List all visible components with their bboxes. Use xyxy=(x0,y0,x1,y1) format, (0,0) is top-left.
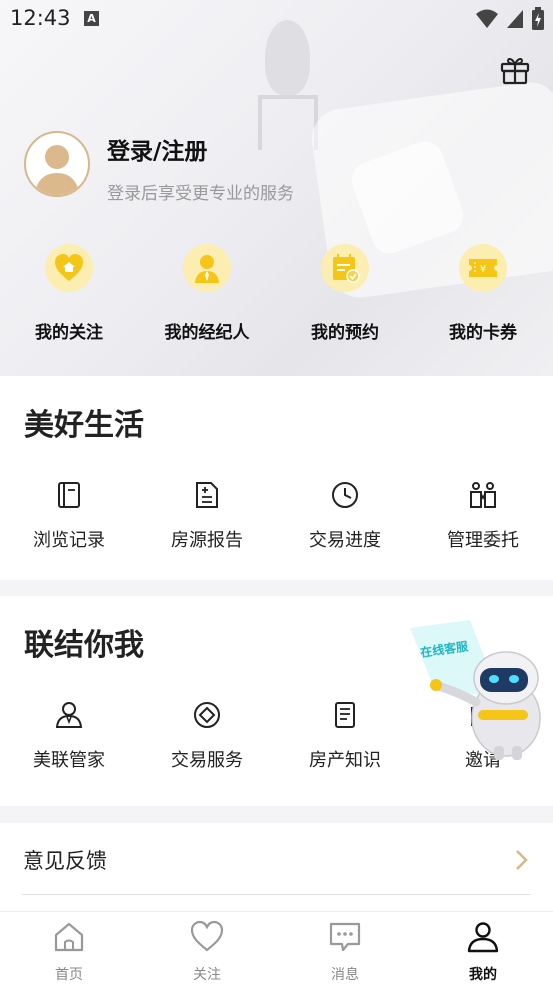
background-stand xyxy=(258,95,318,150)
heart-house-icon xyxy=(45,244,93,292)
notification-icon: A xyxy=(84,11,99,26)
login-subtitle: 登录后享受更专业的服务 xyxy=(107,184,294,204)
quick-my-follow[interactable]: 我的关注 xyxy=(9,244,129,343)
quick-my-appointment[interactable]: 我的预约 xyxy=(285,244,405,343)
grid-label: 交易服务 xyxy=(171,750,243,771)
coupon-icon: ¥ xyxy=(459,244,507,292)
message-icon xyxy=(329,922,361,952)
home-icon xyxy=(54,922,84,952)
history-icon xyxy=(58,482,80,508)
status-time: 12:43 xyxy=(10,6,71,30)
tab-label: 消息 xyxy=(331,967,359,983)
battery-icon xyxy=(532,7,544,30)
grid-item-report[interactable]: 房源报告 xyxy=(138,480,276,552)
knowledge-icon xyxy=(335,702,355,728)
avatar[interactable] xyxy=(24,131,90,197)
quick-label: 我的预约 xyxy=(311,323,379,343)
quick-my-coupons[interactable]: ¥ 我的卡券 xyxy=(423,244,543,343)
robot-icon: 在线客服 xyxy=(410,620,541,760)
grid-label: 美联管家 xyxy=(33,750,105,771)
grid-item-progress[interactable]: 交易进度 xyxy=(276,480,414,552)
agent-icon xyxy=(183,244,231,292)
grid-label: 房产知识 xyxy=(309,750,381,771)
tab-label: 我的 xyxy=(469,967,497,983)
grid-label: 浏览记录 xyxy=(33,530,105,551)
tab-label: 首页 xyxy=(55,967,83,983)
grid-item-knowledge[interactable]: 房产知识 xyxy=(276,700,414,772)
grid-item-service[interactable]: 交易服务 xyxy=(138,700,276,772)
grid-item-delegate[interactable]: 管理委托 xyxy=(414,480,552,552)
tab-label: 关注 xyxy=(193,967,221,983)
report-icon xyxy=(196,482,218,508)
grid-item-butler[interactable]: 美联管家 xyxy=(0,700,138,772)
tab-mine[interactable]: 我的 xyxy=(414,920,552,984)
bottom-tab-bar: 首页 关注 消息 我的 xyxy=(0,911,553,984)
avatar-person-icon xyxy=(34,145,80,195)
login-register-title[interactable]: 登录/注册 xyxy=(107,132,207,166)
signal-icon xyxy=(507,10,523,28)
wifi-icon xyxy=(476,9,498,28)
quick-label: 我的经纪人 xyxy=(164,323,250,343)
feedback-label: 意见反馈 xyxy=(23,849,107,873)
tab-messages[interactable]: 消息 xyxy=(276,920,414,984)
online-service-robot[interactable]: 在线客服 xyxy=(408,606,553,761)
butler-icon xyxy=(55,702,83,728)
divider xyxy=(22,894,531,895)
heart-icon xyxy=(190,920,224,952)
clock-icon xyxy=(332,482,358,508)
section-title: 美好生活 xyxy=(24,408,144,443)
grid-label: 房源报告 xyxy=(171,530,243,551)
gift-icon[interactable] xyxy=(498,52,532,86)
svg-text:¥: ¥ xyxy=(480,264,486,275)
user-icon xyxy=(467,922,499,953)
service-icon xyxy=(194,702,220,728)
delegate-icon xyxy=(470,482,496,508)
calendar-icon xyxy=(321,244,369,292)
grid-item-history[interactable]: 浏览记录 xyxy=(0,480,138,552)
grid-label: 交易进度 xyxy=(309,530,381,551)
section-good-life: 美好生活 浏览记录 房源报告 交易进度 管理委托 xyxy=(0,376,553,580)
quick-label: 我的卡券 xyxy=(449,323,517,343)
profile-header: 12:43 A 登录/注册 登录后享受更专业的服务 我的关注 我的经纪人 我的预… xyxy=(0,0,553,376)
feedback-row[interactable]: 意见反馈 xyxy=(0,823,553,911)
status-icons xyxy=(475,7,545,31)
quick-my-agent[interactable]: 我的经纪人 xyxy=(147,244,267,343)
quick-label: 我的关注 xyxy=(35,323,103,343)
tab-follow[interactable]: 关注 xyxy=(138,920,276,984)
section-title: 联结你我 xyxy=(24,628,144,663)
status-bar: 12:43 A xyxy=(0,0,553,38)
grid-label: 管理委托 xyxy=(447,530,519,551)
chevron-right-icon xyxy=(516,850,528,870)
tab-home[interactable]: 首页 xyxy=(0,920,138,984)
